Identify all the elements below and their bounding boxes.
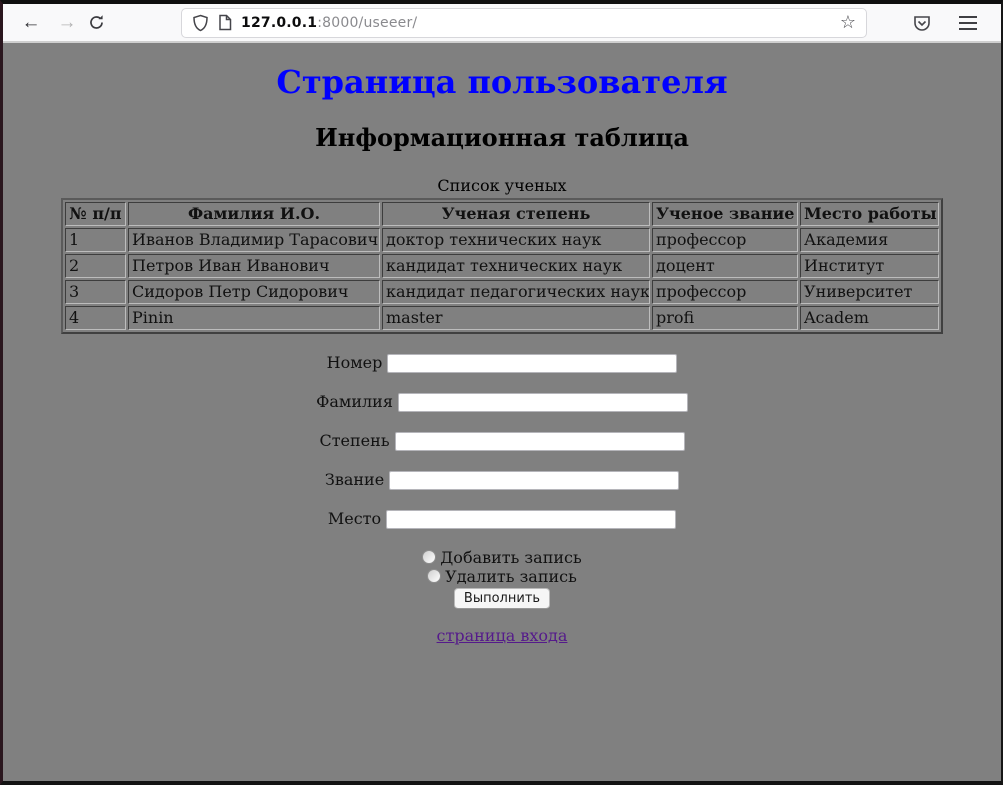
- submit-row: Выполнить: [3, 586, 1001, 609]
- cell-number: 1: [65, 228, 126, 252]
- rank-input[interactable]: [389, 471, 679, 490]
- degree-label: Степень: [319, 431, 389, 450]
- surname-label: Фамилия: [316, 392, 393, 411]
- back-button[interactable]: ←: [16, 8, 46, 38]
- table-row: 1 Иванов Владимир Тарасович доктор техни…: [65, 228, 939, 252]
- page-icon[interactable]: [218, 14, 232, 31]
- scientists-table: Список ученых № п/п Фамилия И.О. Ученая …: [61, 176, 943, 334]
- cell-surname: Петров Иван Иванович: [128, 254, 380, 278]
- reload-icon: [88, 14, 118, 31]
- cell-rank: доцент: [652, 254, 798, 278]
- form-row-surname: Фамилия: [3, 392, 1001, 412]
- add-record-label: Добавить запись: [440, 548, 581, 567]
- col-header-number: № п/п: [65, 202, 126, 226]
- cell-surname: Сидоров Петр Сидорович: [128, 280, 380, 304]
- table-row: 4 Pinin master profi Academ: [65, 306, 939, 330]
- col-header-surname: Фамилия И.О.: [128, 202, 380, 226]
- forward-button[interactable]: →: [52, 8, 82, 38]
- shield-icon[interactable]: [192, 14, 209, 32]
- table-row: 3 Сидоров Петр Сидорович кандидат педаго…: [65, 280, 939, 304]
- col-header-degree: Ученая степень: [382, 202, 650, 226]
- add-record-radio[interactable]: [422, 550, 436, 564]
- form-row-degree: Степень: [3, 431, 1001, 451]
- rank-label: Звание: [325, 470, 384, 489]
- execute-button[interactable]: Выполнить: [454, 588, 550, 609]
- pocket-icon[interactable]: [911, 12, 933, 34]
- table-caption: Список ученых: [61, 176, 943, 198]
- degree-input[interactable]: [395, 432, 685, 451]
- radio-row-add: Добавить запись: [3, 548, 1001, 567]
- cell-workplace: Институт: [800, 254, 939, 278]
- form-row-number: Номер: [3, 353, 1001, 373]
- cell-rank: profi: [652, 306, 798, 330]
- cell-surname: Иванов Владимир Тарасович: [128, 228, 380, 252]
- cell-number: 2: [65, 254, 126, 278]
- page-content: Страница пользователя Информационная таб…: [3, 43, 1001, 781]
- menu-icon[interactable]: [959, 16, 977, 30]
- form-row-rank: Звание: [3, 470, 1001, 490]
- cell-surname: Pinin: [128, 306, 380, 330]
- table-row: 2 Петров Иван Иванович кандидат техничес…: [65, 254, 939, 278]
- col-header-workplace: Место работы: [800, 202, 939, 226]
- cell-degree: master: [382, 306, 650, 330]
- number-label: Номер: [327, 353, 383, 372]
- toolbar-right: [911, 12, 991, 34]
- bookmark-star-icon[interactable]: ☆: [840, 12, 856, 33]
- url-host: 127.0.0.1: [241, 15, 317, 31]
- url-bar[interactable]: 127.0.0.1:8000/useeer/ ☆: [181, 8, 867, 38]
- col-header-rank: Ученое звание: [652, 202, 798, 226]
- form-row-place: Место: [3, 509, 1001, 529]
- browser-toolbar: ← → 127.0.0.1:8000/usee: [3, 4, 1001, 43]
- cell-number: 4: [65, 306, 126, 330]
- url-path: :8000/useeer/: [317, 15, 417, 31]
- page-subtitle: Информационная таблица: [3, 123, 1001, 152]
- cell-workplace: Academ: [800, 306, 939, 330]
- cell-degree: кандидат педагогических наук: [382, 280, 650, 304]
- table-header-row: № п/п Фамилия И.О. Ученая степень Ученое…: [65, 202, 939, 226]
- cell-degree: доктор технических наук: [382, 228, 650, 252]
- surname-input[interactable]: [398, 393, 688, 412]
- cell-degree: кандидат технических наук: [382, 254, 650, 278]
- reload-button[interactable]: [88, 8, 118, 38]
- delete-record-radio[interactable]: [427, 569, 441, 583]
- number-input[interactable]: [387, 354, 677, 373]
- radio-row-delete: Удалить запись: [3, 567, 1001, 586]
- url-text: 127.0.0.1:8000/useeer/: [241, 15, 417, 31]
- cell-rank: профессор: [652, 280, 798, 304]
- delete-record-label: Удалить запись: [445, 567, 577, 586]
- login-page-link[interactable]: страница входа: [437, 626, 568, 645]
- cell-workplace: Университет: [800, 280, 939, 304]
- cell-workplace: Академия: [800, 228, 939, 252]
- browser-window: ← → 127.0.0.1:8000/usee: [0, 0, 1003, 785]
- cell-rank: профессор: [652, 228, 798, 252]
- place-input[interactable]: [386, 510, 676, 529]
- cell-number: 3: [65, 280, 126, 304]
- page-title: Страница пользователя: [3, 63, 1001, 101]
- place-label: Место: [328, 509, 381, 528]
